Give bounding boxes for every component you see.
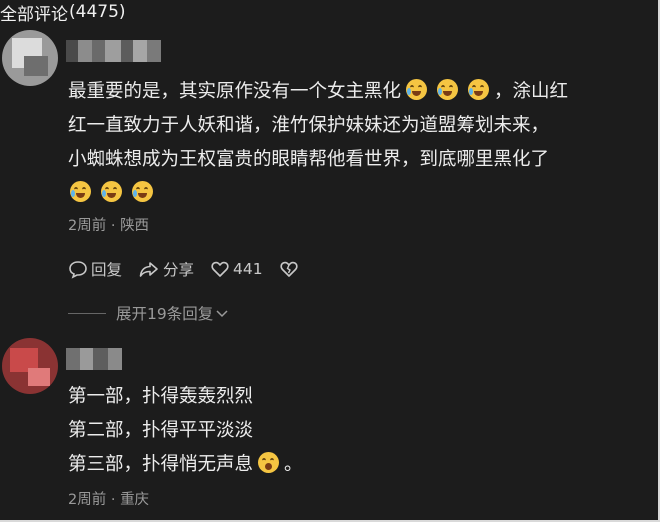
shocked-emoji xyxy=(258,452,280,473)
dislike-button[interactable] xyxy=(279,259,302,279)
username-redacted[interactable] xyxy=(66,348,122,370)
comment-line xyxy=(68,177,638,211)
share-button[interactable]: 分享 xyxy=(138,258,194,280)
reply-label: 回复 xyxy=(91,261,123,279)
comment-text: 第一部，扑得轰轰烈烈 第二部，扑得平平淡淡 第三部，扑得悄无声息。 xyxy=(68,380,628,482)
comment-meta: 2周前 · 重庆 xyxy=(68,492,150,508)
comment-time: 2周前 xyxy=(68,218,107,234)
comment-line: 第一部，扑得轰轰烈烈 xyxy=(68,386,254,407)
comment-line: 最重要的是，其实原作没有一个女主黑化 ，涂山红 xyxy=(68,79,569,102)
laugh-crying-emoji xyxy=(468,79,490,100)
username-redacted[interactable] xyxy=(66,40,161,62)
share-label: 分享 xyxy=(163,261,195,279)
comments-panel: 全部评论 (4475) 最重要的是，其实原作没有一个女主黑化 ，涂山红 红一直致力… xyxy=(0,0,660,522)
comment-actions: 回复 分享 441 xyxy=(68,257,318,281)
comment-line: 红一直致力于人妖和谐，淮竹保护妹妹还为道盟筹划未来， xyxy=(68,115,550,136)
like-button[interactable]: 441 xyxy=(210,259,263,279)
avatar[interactable] xyxy=(2,30,58,86)
like-count: 441 xyxy=(233,260,263,278)
chevron-down-icon xyxy=(216,310,228,318)
reply-button[interactable]: 回复 xyxy=(68,258,122,280)
broken-heart-icon xyxy=(280,261,298,277)
laugh-crying-emoji xyxy=(406,79,428,100)
divider xyxy=(68,312,106,314)
comment-location: 陕西 xyxy=(120,218,150,234)
comments-header: 全部评论 (4475) xyxy=(0,0,126,25)
avatar[interactable] xyxy=(2,338,58,394)
laugh-crying-emoji xyxy=(101,181,122,202)
comment-location: 重庆 xyxy=(120,492,150,508)
comment-text: 最重要的是，其实原作没有一个女主黑化 ，涂山红 红一直致力于人妖和谐，淮竹保护妹妹… xyxy=(68,75,638,211)
share-arrow-icon xyxy=(139,262,158,277)
comment-line: 小蜘蛛想成为王权富贵的眼睛帮他看世界，到底哪里黑化了 xyxy=(68,149,550,170)
laugh-crying-emoji xyxy=(132,181,153,202)
comment-line: 第三部，扑得悄无声息。 xyxy=(68,452,303,475)
comment-time: 2周前 xyxy=(68,492,107,508)
comment-meta: 2周前 · 陕西 xyxy=(68,218,150,234)
comment-bubble-icon xyxy=(69,261,87,279)
laugh-crying-emoji xyxy=(437,79,459,100)
comments-count: (4475) xyxy=(69,2,126,22)
comments-title: 全部评论 xyxy=(0,4,68,25)
expand-replies-label: 展开19条回复 xyxy=(116,305,214,323)
comment-line: 第二部，扑得平平淡淡 xyxy=(68,420,254,441)
laugh-crying-emoji xyxy=(70,181,91,202)
heart-icon xyxy=(211,261,229,277)
expand-replies-button[interactable]: 展开19条回复 xyxy=(68,301,368,325)
